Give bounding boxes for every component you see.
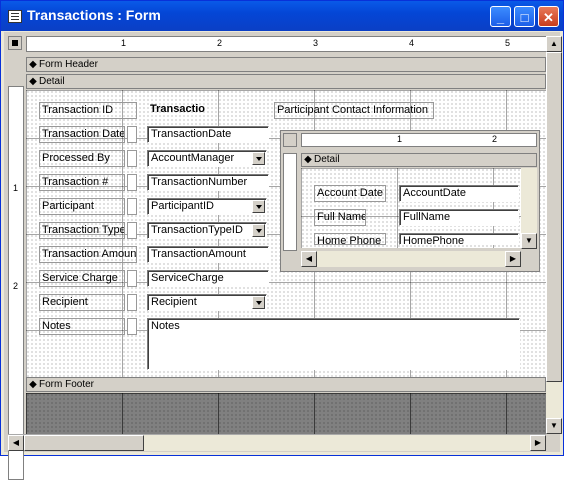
combo-transaction-type[interactable]: TransactionTypeID [147,222,267,239]
scroll-right-arrow-icon[interactable]: ▶ [530,435,546,451]
combo-value: AccountManager [151,152,235,164]
label-full-name[interactable]: Full Name [314,209,366,226]
label-colon [127,318,137,335]
ruler-mark: 2 [492,134,498,144]
scroll-left-arrow-icon[interactable]: ◀ [301,251,317,267]
dropdown-arrow-icon[interactable] [252,152,265,165]
form-header-bar[interactable]: ◆ Form Header [26,57,546,72]
field-full-name[interactable]: FullName [399,209,519,226]
ruler-mark: 1 [13,183,19,193]
combo-processed-by[interactable]: AccountManager [147,150,267,167]
title-bar[interactable]: Transactions : Form _ □ ✕ [1,1,563,31]
label-colon [127,198,137,215]
scroll-up-arrow-icon[interactable]: ▲ [546,36,562,52]
detail-bar[interactable]: ◆ Detail [26,74,546,89]
label-transaction-number[interactable]: Transaction # [39,174,125,191]
label-transaction-date[interactable]: Transaction Date [39,126,125,143]
memo-notes[interactable]: Notes [147,318,520,370]
section-label: Form Header [39,59,98,70]
section-label: Detail [39,76,65,87]
label-colon [127,150,137,167]
field-home-phone[interactable]: HomePhone [399,233,519,245]
section-label: Detail [314,154,340,165]
maximize-button[interactable]: □ [514,6,535,27]
field-account-date[interactable]: AccountDate [399,185,519,202]
label-transaction-type[interactable]: Transaction Type [39,222,125,239]
ruler-mark: 1 [121,38,127,48]
scroll-down-arrow-icon[interactable]: ▼ [521,233,537,249]
dropdown-arrow-icon[interactable] [252,200,265,213]
close-button[interactable]: ✕ [538,6,559,27]
label-transaction-id[interactable]: Transaction ID [39,102,137,119]
ruler-mark: 4 [409,38,415,48]
horizontal-ruler[interactable]: 1 2 3 4 5 [26,36,548,52]
form-footer-bar[interactable]: ◆ Form Footer [26,377,546,392]
combo-recipient[interactable]: Recipient [147,294,267,311]
vertical-ruler[interactable]: 1 2 [8,86,24,480]
subform-selector[interactable] [283,133,297,147]
ruler-mark: 2 [13,281,19,291]
vertical-scrollbar[interactable]: ▲ ▼ [546,36,562,434]
dropdown-arrow-icon[interactable] [252,224,265,237]
ruler-mark: 5 [505,38,511,48]
dropdown-arrow-icon[interactable] [252,296,265,309]
subform-horizontal-scrollbar[interactable]: ◀ ▶ [301,251,521,267]
section-arrow-icon: ◆ [29,379,37,390]
field-service-charge[interactable]: ServiceCharge [147,270,269,287]
section-arrow-icon: ◆ [304,154,312,165]
field-transaction-amount[interactable]: TransactionAmount [147,246,269,263]
design-surface: 1 2 3 4 5 1 2 ◆ Form Header ◆ Detail Trans… [4,32,562,480]
ruler-mark: 2 [217,38,223,48]
label-transaction-amount[interactable]: Transaction Amount [39,246,137,263]
label-colon [127,222,137,239]
subform-vertical-ruler[interactable] [283,153,297,251]
section-arrow-icon: ◆ [29,59,37,70]
form-design-window: Transactions : Form _ □ ✕ 1 2 3 4 5 1 2 … [0,0,564,480]
minimize-button[interactable]: _ [490,6,511,27]
label-participant[interactable]: Participant [39,198,125,215]
form-selector[interactable] [8,36,22,50]
field-transaction-date[interactable]: TransactionDate [147,126,269,143]
label-home-phone[interactable]: Home Phone [314,233,386,245]
window-title: Transactions : Form [27,7,161,23]
label-colon [127,174,137,191]
section-arrow-icon: ◆ [29,76,37,87]
scroll-right-arrow-icon[interactable]: ▶ [505,251,521,267]
form-icon[interactable] [8,10,22,23]
vertical-scroll-thumb[interactable] [546,52,562,382]
label-notes[interactable]: Notes [39,318,125,335]
scroll-left-arrow-icon[interactable]: ◀ [8,435,24,451]
label-processed-by[interactable]: Processed By [39,150,125,167]
subform-horizontal-ruler[interactable]: 1 2 [301,133,537,147]
label-colon [127,294,137,311]
label-colon [127,126,137,143]
combo-value: Recipient [151,296,197,308]
label-service-charge[interactable]: Service Charge [39,270,125,287]
ruler-mark: 3 [313,38,319,48]
label-recipient[interactable]: Recipient [39,294,125,311]
subform-title-label[interactable]: Participant Contact Information [274,102,434,119]
form-footer-section[interactable] [26,393,546,435]
subform-detail-bar[interactable]: ◆ Detail [301,153,537,167]
field-transaction-number[interactable]: TransactionNumber [147,174,269,191]
subform-vertical-scrollbar[interactable]: ▼ [521,168,537,249]
section-label: Form Footer [39,379,95,390]
participant-contact-subform[interactable]: 1 2 ◆ Detail Account Date AccountDate Ful… [280,130,540,272]
combo-value: ParticipantID [151,200,214,212]
label-colon [127,270,137,287]
scroll-down-arrow-icon[interactable]: ▼ [546,418,562,434]
combo-value: TransactionTypeID [151,224,243,236]
field-transaction-id[interactable]: Transactio [147,102,209,119]
horizontal-scroll-thumb[interactable] [24,435,144,451]
horizontal-scrollbar[interactable]: ◀ ▶ [8,434,546,451]
ruler-mark: 1 [397,134,403,144]
combo-participant[interactable]: ParticipantID [147,198,267,215]
label-account-date[interactable]: Account Date [314,185,386,202]
